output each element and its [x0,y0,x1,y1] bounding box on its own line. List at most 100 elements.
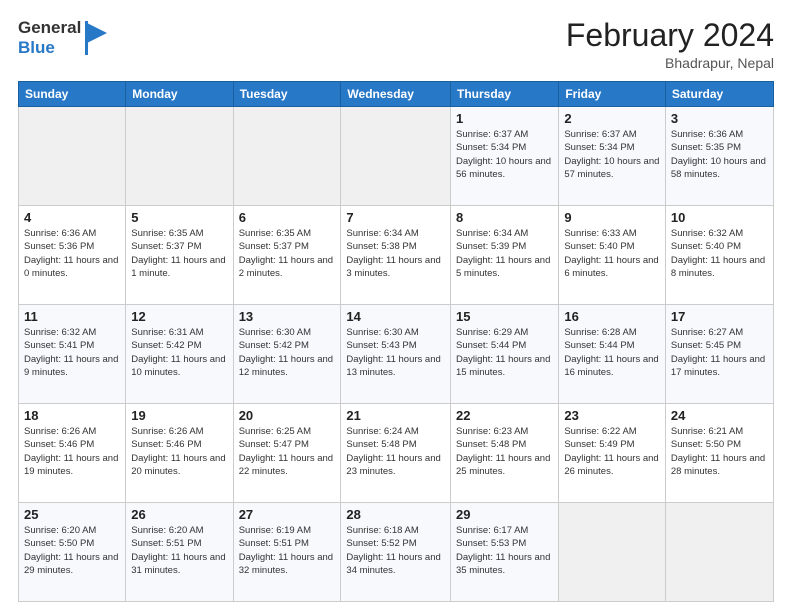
day-info: Sunrise: 6:30 AM Sunset: 5:43 PM Dayligh… [346,326,445,379]
calendar-cell: 13 Sunrise: 6:30 AM Sunset: 5:42 PM Dayli… [233,305,341,404]
day-number: 18 [24,408,120,423]
day-number: 6 [239,210,336,225]
calendar-cell: 18 Sunrise: 6:26 AM Sunset: 5:46 PM Dayli… [19,404,126,503]
day-number: 11 [24,309,120,324]
calendar-cell: 1 Sunrise: 6:37 AM Sunset: 5:34 PM Daylig… [451,107,559,206]
calendar-cell [665,503,773,602]
day-number: 14 [346,309,445,324]
day-info: Sunrise: 6:29 AM Sunset: 5:44 PM Dayligh… [456,326,553,379]
day-info: Sunrise: 6:36 AM Sunset: 5:35 PM Dayligh… [671,128,768,181]
calendar-week-3: 11 Sunrise: 6:32 AM Sunset: 5:41 PM Dayli… [19,305,774,404]
calendar-cell: 12 Sunrise: 6:31 AM Sunset: 5:42 PM Dayli… [126,305,233,404]
day-info: Sunrise: 6:36 AM Sunset: 5:36 PM Dayligh… [24,227,120,280]
day-number: 8 [456,210,553,225]
logo-blue-text: Blue [18,38,81,58]
calendar-cell: 7 Sunrise: 6:34 AM Sunset: 5:38 PM Daylig… [341,206,451,305]
day-number: 9 [564,210,660,225]
logo: General Blue [18,18,111,57]
day-number: 20 [239,408,336,423]
calendar-cell: 15 Sunrise: 6:29 AM Sunset: 5:44 PM Dayli… [451,305,559,404]
day-number: 4 [24,210,120,225]
calendar-cell: 26Sunrise: 6:20 AM Sunset: 5:51 PM Dayli… [126,503,233,602]
calendar-page: General Blue February 2024 Bhadrapur, Ne… [0,0,792,612]
day-number: 5 [131,210,227,225]
day-number: 23 [564,408,660,423]
calendar-cell [233,107,341,206]
calendar-cell: 10 Sunrise: 6:32 AM Sunset: 5:40 PM Dayli… [665,206,773,305]
calendar-subtitle: Bhadrapur, Nepal [566,55,774,71]
day-number: 17 [671,309,768,324]
col-thursday: Thursday [451,82,559,107]
calendar-cell: 8Sunrise: 6:34 AM Sunset: 5:39 PM Daylig… [451,206,559,305]
day-number: 27 [239,507,336,522]
calendar-cell: 21 Sunrise: 6:24 AM Sunset: 5:48 PM Dayli… [341,404,451,503]
calendar-cell [559,503,666,602]
calendar-cell: 4 Sunrise: 6:36 AM Sunset: 5:36 PM Daylig… [19,206,126,305]
calendar-cell: 11 Sunrise: 6:32 AM Sunset: 5:41 PM Dayli… [19,305,126,404]
calendar-week-1: 1 Sunrise: 6:37 AM Sunset: 5:34 PM Daylig… [19,107,774,206]
calendar-cell: 6Sunrise: 6:35 AM Sunset: 5:37 PM Daylig… [233,206,341,305]
day-info: Sunrise: 6:22 AM Sunset: 5:49 PM Dayligh… [564,425,660,478]
day-number: 2 [564,111,660,126]
logo-general-text: General [18,18,81,38]
col-friday: Friday [559,82,666,107]
day-number: 21 [346,408,445,423]
day-number: 7 [346,210,445,225]
header: General Blue February 2024 Bhadrapur, Ne… [18,18,774,71]
day-number: 29 [456,507,553,522]
calendar-cell: 14 Sunrise: 6:30 AM Sunset: 5:43 PM Dayli… [341,305,451,404]
calendar-cell [126,107,233,206]
day-number: 15 [456,309,553,324]
day-info: Sunrise: 6:25 AM Sunset: 5:47 PM Dayligh… [239,425,336,478]
col-wednesday: Wednesday [341,82,451,107]
day-number: 12 [131,309,227,324]
day-info: Sunrise: 6:23 AM Sunset: 5:48 PM Dayligh… [456,425,553,478]
calendar-cell: 20 Sunrise: 6:25 AM Sunset: 5:47 PM Dayli… [233,404,341,503]
day-number: 16 [564,309,660,324]
day-number: 19 [131,408,227,423]
day-number: 25 [24,507,120,522]
day-info: Sunrise: 6:18 AM Sunset: 5:52 PM Dayligh… [346,524,445,577]
day-number: 1 [456,111,553,126]
day-info: Sunrise: 6:33 AM Sunset: 5:40 PM Dayligh… [564,227,660,280]
day-number: 13 [239,309,336,324]
day-info: Sunrise: 6:17 AM Sunset: 5:53 PM Dayligh… [456,524,553,577]
day-info: Sunrise: 6:34 AM Sunset: 5:38 PM Dayligh… [346,227,445,280]
col-tuesday: Tuesday [233,82,341,107]
day-info: Sunrise: 6:24 AM Sunset: 5:48 PM Dayligh… [346,425,445,478]
day-info: Sunrise: 6:31 AM Sunset: 5:42 PM Dayligh… [131,326,227,379]
day-info: Sunrise: 6:30 AM Sunset: 5:42 PM Dayligh… [239,326,336,379]
calendar-cell: 24Sunrise: 6:21 AM Sunset: 5:50 PM Dayli… [665,404,773,503]
day-number: 22 [456,408,553,423]
day-info: Sunrise: 6:26 AM Sunset: 5:46 PM Dayligh… [24,425,120,478]
logo-icon [83,19,111,57]
day-number: 3 [671,111,768,126]
calendar-cell: 16 Sunrise: 6:28 AM Sunset: 5:44 PM Dayli… [559,305,666,404]
title-block: February 2024 Bhadrapur, Nepal [566,18,774,71]
calendar-cell: 9 Sunrise: 6:33 AM Sunset: 5:40 PM Daylig… [559,206,666,305]
calendar-week-5: 25 Sunrise: 6:20 AM Sunset: 5:50 PM Dayli… [19,503,774,602]
calendar-cell: 28 Sunrise: 6:18 AM Sunset: 5:52 PM Dayli… [341,503,451,602]
calendar-cell: 5Sunrise: 6:35 AM Sunset: 5:37 PM Daylig… [126,206,233,305]
calendar-week-4: 18 Sunrise: 6:26 AM Sunset: 5:46 PM Dayli… [19,404,774,503]
calendar-cell [19,107,126,206]
day-number: 28 [346,507,445,522]
day-info: Sunrise: 6:37 AM Sunset: 5:34 PM Dayligh… [456,128,553,181]
day-info: Sunrise: 6:19 AM Sunset: 5:51 PM Dayligh… [239,524,336,577]
day-number: 10 [671,210,768,225]
calendar-cell: 3 Sunrise: 6:36 AM Sunset: 5:35 PM Daylig… [665,107,773,206]
calendar-cell: 2 Sunrise: 6:37 AM Sunset: 5:34 PM Daylig… [559,107,666,206]
calendar-table: Sunday Monday Tuesday Wednesday Thursday… [18,81,774,602]
day-info: Sunrise: 6:32 AM Sunset: 5:41 PM Dayligh… [24,326,120,379]
day-info: Sunrise: 6:28 AM Sunset: 5:44 PM Dayligh… [564,326,660,379]
col-saturday: Saturday [665,82,773,107]
day-info: Sunrise: 6:20 AM Sunset: 5:50 PM Dayligh… [24,524,120,577]
day-number: 26 [131,507,227,522]
col-monday: Monday [126,82,233,107]
calendar-week-2: 4 Sunrise: 6:36 AM Sunset: 5:36 PM Daylig… [19,206,774,305]
header-row: Sunday Monday Tuesday Wednesday Thursday… [19,82,774,107]
day-info: Sunrise: 6:21 AM Sunset: 5:50 PM Dayligh… [671,425,768,478]
day-info: Sunrise: 6:37 AM Sunset: 5:34 PM Dayligh… [564,128,660,181]
calendar-cell: 23 Sunrise: 6:22 AM Sunset: 5:49 PM Dayli… [559,404,666,503]
day-info: Sunrise: 6:32 AM Sunset: 5:40 PM Dayligh… [671,227,768,280]
